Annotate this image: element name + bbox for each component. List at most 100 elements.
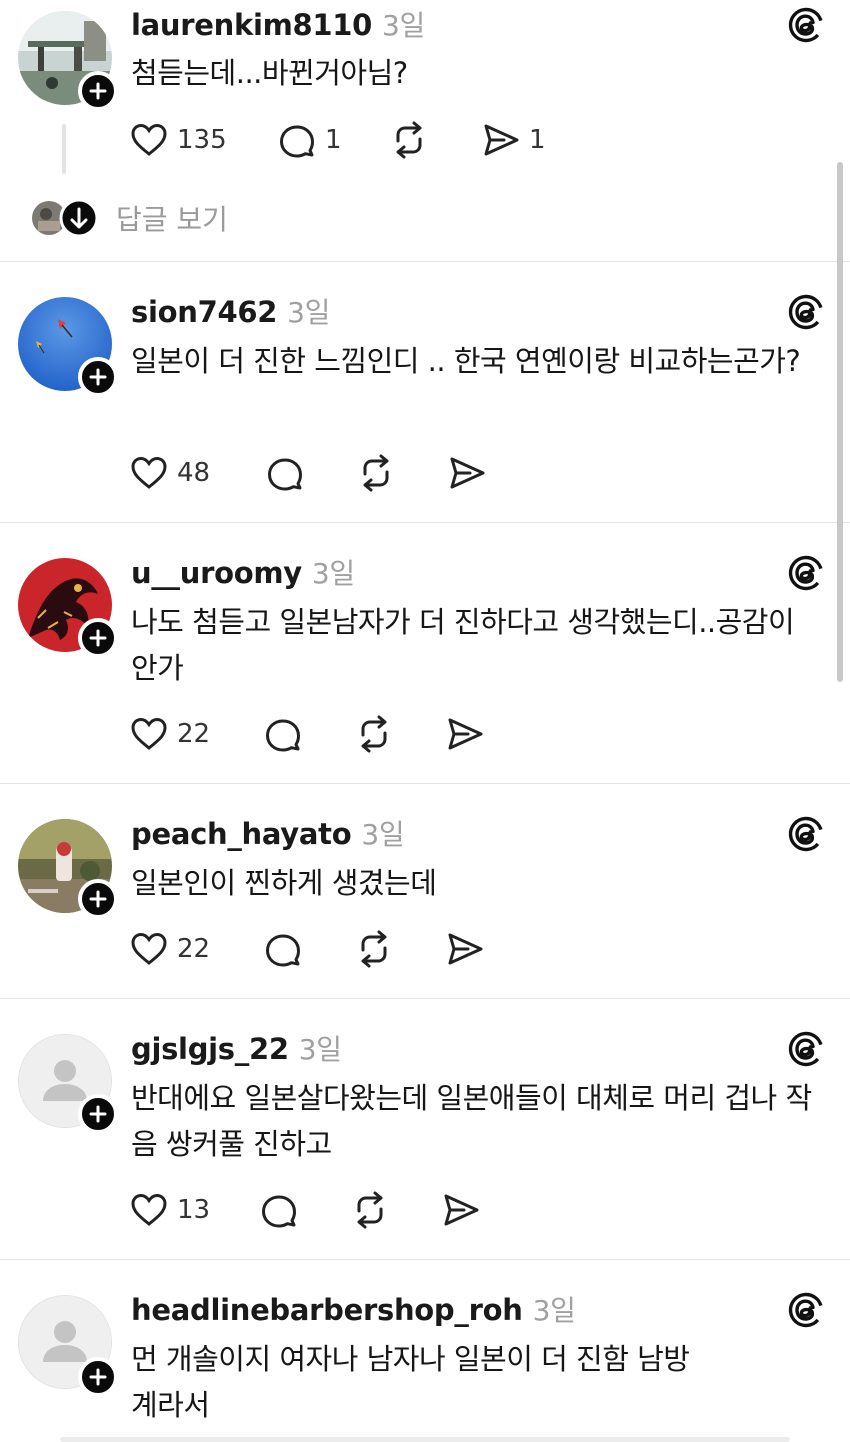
like-button[interactable]: 22 — [129, 712, 210, 756]
username[interactable]: u__uroomy 3일 — [131, 552, 355, 592]
like-button[interactable]: 135 — [129, 118, 227, 162]
heart-icon — [131, 123, 167, 156]
username-text[interactable]: u__uroomy — [131, 556, 302, 590]
comment-button[interactable] — [263, 712, 303, 756]
reply-avatars — [32, 199, 99, 237]
comment-icon — [266, 719, 300, 752]
like-count: 22 — [177, 934, 211, 964]
post-text: 첨듣는데...바뀐거아님? — [131, 56, 408, 90]
username-text[interactable]: laurenkim8110 — [131, 8, 372, 42]
username-text[interactable]: peach_hayato — [131, 817, 352, 851]
plus-icon — [89, 82, 107, 100]
like-count: 13 — [177, 1195, 211, 1225]
post-3: u__uroomy 3일 나도 첨듣고 일본남자가 더 진하다고 생각했는디..공… — [0, 523, 850, 784]
username-text[interactable]: gjslgjs_22 — [131, 1032, 289, 1066]
comment-icon — [266, 934, 300, 967]
repost-icon — [363, 454, 389, 492]
username[interactable]: sion7462 3일 — [131, 291, 330, 331]
heart-icon — [131, 717, 167, 750]
share-icon — [448, 933, 483, 965]
comment-count: 1 — [325, 125, 342, 155]
share-button[interactable] — [441, 1188, 481, 1232]
share-button[interactable]: 1 — [481, 118, 546, 162]
post-time: 3일 — [361, 818, 405, 851]
post-text: 반대에요 일본살다왔는데 일본애들이 대체로 머리 겁나 작음 쌍커풀 진하고 — [131, 1081, 812, 1161]
post-text: 일본이 더 진한 느낌인디 .. 한국 연옌이랑 비교하는곤가? — [131, 344, 801, 378]
thread-line — [62, 124, 66, 174]
follow-button[interactable] — [78, 71, 118, 111]
plus-icon — [89, 1105, 107, 1123]
like-count: 135 — [177, 125, 227, 155]
scrollbar[interactable] — [837, 162, 843, 682]
post-2: sion7462 3일 일본이 더 진한 느낌인디 .. 한국 연옌이랑 비교하는… — [0, 262, 850, 523]
share-icon — [450, 457, 485, 489]
username[interactable]: peach_hayato 3일 — [131, 813, 405, 853]
comment-icon — [262, 1195, 296, 1228]
threads-logo-icon[interactable] — [786, 814, 826, 854]
like-count: 22 — [177, 719, 211, 749]
repost-icon — [396, 121, 422, 159]
share-icon — [484, 124, 519, 156]
post-time: 3일 — [311, 557, 355, 590]
like-count: 48 — [177, 458, 211, 488]
username-text[interactable]: headlinebarbershop_roh — [131, 1293, 523, 1327]
share-button[interactable] — [445, 927, 485, 971]
post-4: peach_hayato 3일 일본인이 찐하게 생겼는데 22 — [0, 784, 850, 999]
comment-icon — [268, 458, 302, 491]
view-replies-label[interactable]: 답글 보기 — [116, 198, 228, 238]
threads-logo-icon[interactable] — [786, 553, 826, 593]
repost-button[interactable] — [389, 118, 429, 162]
threads-logo-icon[interactable] — [786, 5, 826, 45]
post-text: 나도 첨듣고 일본남자가 더 진하다고 생각했는디..공감이 안가 — [131, 605, 795, 685]
like-button[interactable]: 48 — [129, 451, 210, 495]
heart-icon — [131, 932, 167, 965]
share-button[interactable] — [445, 712, 485, 756]
view-replies[interactable]: 답글 보기 — [30, 196, 228, 240]
follow-button[interactable] — [78, 357, 118, 397]
repost-icon — [361, 715, 387, 753]
post-1: laurenkim8110 3일 첨듣는데...바뀐거아님? 135 1 1 답… — [0, 0, 850, 262]
share-icon — [448, 718, 483, 750]
comment-button[interactable]: 1 — [277, 118, 342, 162]
heart-icon — [131, 1193, 167, 1226]
comment-button[interactable] — [259, 1188, 299, 1232]
post-time: 3일 — [298, 1033, 342, 1066]
plus-icon — [89, 1368, 107, 1386]
repost-button[interactable] — [354, 927, 394, 971]
comment-button[interactable] — [263, 927, 303, 971]
username[interactable]: laurenkim8110 3일 — [131, 4, 425, 44]
bottom-divider — [60, 1437, 790, 1442]
follow-button[interactable] — [78, 1357, 118, 1397]
follow-button[interactable] — [78, 1094, 118, 1134]
repost-button[interactable] — [356, 451, 396, 495]
follow-button[interactable] — [78, 618, 118, 658]
follow-button[interactable] — [78, 879, 118, 919]
plus-icon — [89, 629, 107, 647]
post-6: headlinebarbershop_roh 3일 먼 개솔이지 여자나 남자나 … — [0, 1260, 850, 1442]
post-time: 3일 — [287, 296, 331, 329]
plus-icon — [89, 890, 107, 908]
username[interactable]: headlinebarbershop_roh 3일 — [131, 1289, 576, 1329]
like-button[interactable]: 22 — [129, 927, 210, 971]
post-5: gjslgjs_22 3일 반대에요 일본살다왔는데 일본애들이 대체로 머리 겁… — [0, 999, 850, 1260]
repost-button[interactable] — [354, 712, 394, 756]
threads-logo-icon[interactable] — [786, 1029, 826, 1069]
post-time: 3일 — [382, 9, 426, 42]
repost-button[interactable] — [350, 1188, 390, 1232]
repost-icon — [361, 930, 387, 968]
share-count: 1 — [529, 125, 546, 155]
username-text[interactable]: sion7462 — [131, 295, 277, 329]
username[interactable]: gjslgjs_22 3일 — [131, 1028, 342, 1068]
like-button[interactable]: 13 — [129, 1188, 210, 1232]
plus-icon — [89, 368, 107, 386]
threads-logo-icon[interactable] — [786, 292, 826, 332]
post-time: 3일 — [532, 1294, 576, 1327]
threads-logo-icon[interactable] — [786, 1290, 826, 1330]
comment-icon — [280, 125, 314, 158]
share-button[interactable] — [447, 451, 487, 495]
post-text: 일본인이 찐하게 생겼는데 — [131, 866, 437, 900]
heart-icon — [131, 456, 167, 489]
repost-icon — [357, 1191, 383, 1229]
share-icon — [444, 1194, 479, 1226]
comment-button[interactable] — [265, 451, 305, 495]
